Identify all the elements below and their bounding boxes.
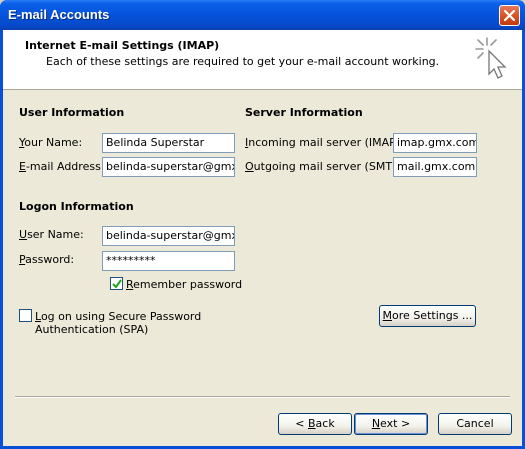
title-bar[interactable]: E-mail Accounts [0, 0, 525, 30]
email-address-input[interactable]: belinda-superstar@gmx.cc [102, 157, 235, 177]
incoming-server-label: Incoming mail server (IMAP): [245, 136, 404, 149]
password-input[interactable]: ********* [102, 251, 235, 271]
wizard-cursor-icon [475, 37, 507, 79]
outgoing-server-input[interactable]: mail.gmx.com [393, 157, 477, 177]
page-subtitle: Each of these settings are required to g… [46, 55, 440, 68]
dialog-body: Internet E-mail Settings (IMAP) Each of … [3, 30, 522, 446]
email-accounts-window: E-mail Accounts Internet E-mail Settings… [0, 0, 525, 449]
more-settings-button[interactable]: More Settings ... [379, 305, 476, 327]
remember-password-checkbox[interactable] [110, 277, 123, 290]
footer-divider [15, 396, 510, 398]
spa-label-line2[interactable]: Authentication (SPA) [35, 323, 148, 336]
incoming-server-input[interactable]: imap.gmx.com [393, 133, 477, 153]
cancel-button[interactable]: Cancel [438, 413, 512, 435]
wizard-header: Internet E-mail Settings (IMAP) Each of … [3, 30, 522, 90]
user-info-heading: User Information [19, 106, 125, 119]
close-button[interactable] [499, 5, 520, 26]
spa-label[interactable]: Log on using Secure Password [35, 310, 201, 323]
server-info-heading: Server Information [245, 106, 363, 119]
your-name-label: Your Name: [19, 136, 83, 149]
outgoing-server-label: Outgoing mail server (SMTP): [245, 160, 407, 173]
email-address-label: E-mail Address: [19, 160, 105, 173]
page-title: Internet E-mail Settings (IMAP) [25, 39, 220, 52]
close-icon [504, 10, 515, 21]
spa-checkbox[interactable] [19, 309, 32, 322]
your-name-input[interactable]: Belinda Superstar [102, 133, 235, 153]
password-label: Password: [19, 253, 75, 266]
remember-password-label[interactable]: Remember password [126, 278, 242, 291]
user-name-input[interactable]: belinda-superstar@gmx.cc [102, 226, 235, 246]
next-button[interactable]: Next > [354, 413, 428, 435]
back-button[interactable]: < Back [278, 413, 352, 435]
user-name-label: User Name: [19, 228, 84, 241]
logon-info-heading: Logon Information [19, 200, 134, 213]
window-title: E-mail Accounts [8, 7, 110, 22]
checkmark-icon [112, 279, 122, 289]
